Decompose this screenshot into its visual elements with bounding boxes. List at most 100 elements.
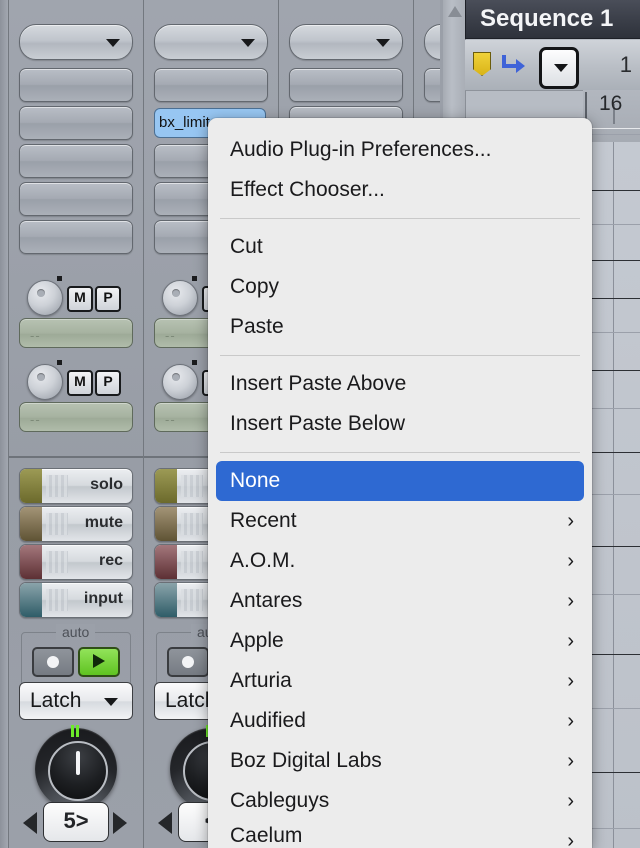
- menu-item-cableguys[interactable]: Cableguys ›: [216, 781, 584, 821]
- insert-slot-selector-2[interactable]: [154, 24, 268, 60]
- automation-mode-select-1[interactable]: Latch: [19, 682, 133, 720]
- pan-stepper-1[interactable]: 5>: [21, 800, 129, 842]
- insert-slot-4a[interactable]: [424, 68, 440, 102]
- menu-item-label: Audified: [230, 709, 306, 732]
- plugin-context-menu[interactable]: Audio Plug-in Preferences... Effect Choo…: [208, 118, 592, 848]
- automation-play-button[interactable]: [78, 647, 120, 677]
- button-grip: [181, 475, 203, 497]
- menu-item-paste[interactable]: Paste: [216, 307, 584, 347]
- send-row-1a[interactable]: M P --: [9, 270, 143, 352]
- insert-slot-1e[interactable]: [19, 220, 133, 254]
- insert-slot-1c[interactable]: [19, 144, 133, 178]
- chevron-right-icon: ›: [567, 510, 574, 532]
- input-button[interactable]: input: [19, 582, 133, 618]
- stepper-left-arrow-icon[interactable]: [158, 812, 172, 834]
- menu-item-insert-paste-below[interactable]: Insert Paste Below: [216, 404, 584, 444]
- input-lamp: [155, 583, 177, 617]
- send-row-1b[interactable]: M P --: [9, 354, 143, 436]
- send-knob-icon[interactable]: [27, 364, 63, 400]
- menu-item-cut[interactable]: Cut: [216, 227, 584, 267]
- chevron-down-icon: [241, 39, 255, 47]
- automation-label: auto: [56, 624, 96, 640]
- automation-record-button[interactable]: [167, 647, 209, 677]
- menu-item-label: Apple: [230, 629, 284, 652]
- send-value: --: [30, 412, 41, 427]
- track-number: 1: [619, 52, 632, 77]
- menu-item-label: Antares: [230, 589, 303, 612]
- send-indicator-dot: [57, 276, 62, 281]
- send-destination-1a[interactable]: --: [19, 318, 133, 348]
- menu-item-antares[interactable]: Antares ›: [216, 581, 584, 621]
- button-grip: [181, 513, 203, 535]
- send-value: --: [165, 412, 176, 427]
- automation-record-button[interactable]: [32, 647, 74, 677]
- channel-strip-1[interactable]: M P -- M P -- solo mute rec input auto L…: [8, 0, 144, 848]
- menu-item-copy[interactable]: Copy: [216, 267, 584, 307]
- menu-item-audio-plugin-preferences[interactable]: Audio Plug-in Preferences...: [216, 130, 584, 170]
- insert-slot-selector-3[interactable]: [289, 24, 403, 60]
- menu-item-aom[interactable]: A.O.M. ›: [216, 541, 584, 581]
- chevron-right-icon: ›: [567, 830, 574, 847]
- chevron-down-icon: [106, 39, 120, 47]
- mute-button[interactable]: mute: [19, 506, 133, 542]
- menu-item-label: None: [230, 469, 281, 492]
- insert-slot-1a[interactable]: [19, 68, 133, 102]
- chevron-right-icon: ›: [567, 710, 574, 732]
- chevron-down-icon: [554, 64, 568, 72]
- send-knob-icon[interactable]: [27, 280, 63, 316]
- menu-item-label: Arturia: [230, 669, 292, 692]
- menu-item-caelum[interactable]: Caelum ›: [216, 821, 584, 847]
- insert-slot-2a[interactable]: [154, 68, 268, 102]
- stepper-right-arrow-icon[interactable]: [113, 812, 127, 834]
- send-destination-1b[interactable]: --: [19, 402, 133, 432]
- loop-arrow-icon[interactable]: [501, 53, 527, 77]
- menu-item-none[interactable]: None: [216, 461, 584, 501]
- send-prefader-button[interactable]: P: [95, 370, 121, 396]
- menu-item-label: Effect Chooser...: [230, 178, 385, 201]
- pan-knob-1[interactable]: [35, 725, 117, 810]
- button-grip: [46, 513, 68, 535]
- send-knob-icon[interactable]: [162, 280, 198, 316]
- track-dropdown-button[interactable]: [539, 47, 579, 89]
- sequence-titlebar: Sequence 1: [465, 0, 640, 39]
- menu-item-effect-chooser[interactable]: Effect Chooser...: [216, 170, 584, 210]
- scroll-up-arrow-icon[interactable]: [448, 6, 462, 17]
- solo-lamp: [20, 469, 42, 503]
- pan-tick-icon: [71, 725, 81, 737]
- strip-divider: [9, 456, 143, 458]
- menu-item-boz-digital-labs[interactable]: Boz Digital Labs ›: [216, 741, 584, 781]
- send-mute-button[interactable]: M: [67, 370, 93, 396]
- stepper-value[interactable]: 5>: [43, 802, 109, 842]
- insert-slot-1d[interactable]: [19, 182, 133, 216]
- button-grip: [46, 589, 68, 611]
- insert-slot-selector-1[interactable]: [19, 24, 133, 60]
- send-knob-icon[interactable]: [162, 364, 198, 400]
- menu-item-audified[interactable]: Audified ›: [216, 701, 584, 741]
- menu-item-label: Insert Paste Above: [230, 372, 407, 395]
- solo-button[interactable]: solo: [19, 468, 133, 504]
- rec-lamp: [155, 545, 177, 579]
- insert-slot-1b[interactable]: [19, 106, 133, 140]
- menu-item-recent[interactable]: Recent ›: [216, 501, 584, 541]
- insert-slot-selector-4[interactable]: [424, 24, 440, 60]
- pan-knob-cap: [48, 741, 108, 801]
- chevron-right-icon: ›: [567, 630, 574, 652]
- menu-item-arturia[interactable]: Arturia ›: [216, 661, 584, 701]
- menu-item-label: Cut: [230, 235, 263, 258]
- menu-item-label: Insert Paste Below: [230, 412, 406, 435]
- button-grip: [181, 589, 203, 611]
- pencil-tool-icon[interactable]: [473, 52, 491, 76]
- rec-button[interactable]: rec: [19, 544, 133, 580]
- menu-item-insert-paste-above[interactable]: Insert Paste Above: [216, 364, 584, 404]
- menu-separator: [220, 218, 580, 219]
- menu-item-apple[interactable]: Apple ›: [216, 621, 584, 661]
- mute-lamp: [155, 507, 177, 541]
- send-mute-button[interactable]: M: [67, 286, 93, 312]
- mute-label: mute: [84, 514, 123, 531]
- automation-mode-value: Latch: [30, 689, 82, 712]
- sequence-title: Sequence 1: [480, 5, 614, 32]
- send-prefader-button[interactable]: P: [95, 286, 121, 312]
- menu-item-label: Paste: [230, 315, 284, 338]
- stepper-left-arrow-icon[interactable]: [23, 812, 37, 834]
- insert-slot-3a[interactable]: [289, 68, 403, 102]
